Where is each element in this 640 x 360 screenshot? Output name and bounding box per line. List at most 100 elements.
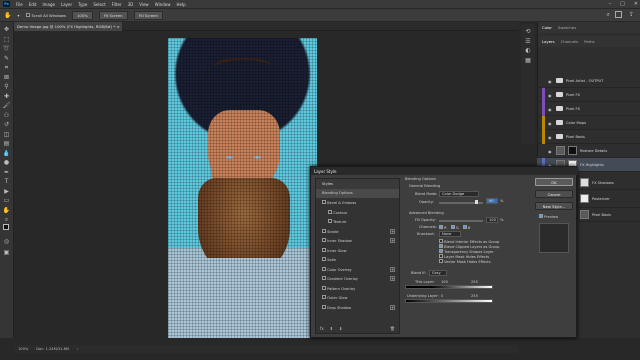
ok-button[interactable]: OK — [535, 178, 573, 186]
blend-if-select[interactable]: Gray — [429, 270, 447, 276]
document-tab[interactable]: Demo Image.jpg @ 100% (FX Highlights, RG… — [14, 22, 122, 31]
add-effect-icon[interactable]: + — [390, 266, 395, 272]
effect-item[interactable]: Inner Glow — [316, 246, 399, 256]
knockout-select[interactable]: None — [439, 231, 461, 237]
effect-checkbox[interactable] — [328, 209, 332, 214]
visibility-eye-icon[interactable]: ◉ — [548, 149, 553, 154]
new-style-button[interactable]: New Style... — [535, 202, 573, 210]
visibility-eye-icon[interactable]: ◉ — [548, 107, 553, 112]
status-doc-size[interactable]: Doc: 1.24M/31.8M — [36, 347, 69, 351]
dodge-tool-icon[interactable]: ● — [2, 159, 11, 167]
layer-mask-thumbnail[interactable] — [580, 178, 589, 187]
effect-item[interactable]: Satin — [316, 255, 399, 265]
crop-tool-icon[interactable]: ⌗ — [2, 64, 11, 72]
add-effect-icon[interactable]: + — [390, 276, 395, 282]
menu-help[interactable]: Help — [176, 2, 185, 7]
layer-row[interactable]: ◉ Pixel FX — [537, 101, 640, 116]
effect-item[interactable]: Gradient Overlay + — [316, 274, 399, 284]
move-tool-icon[interactable]: ✥ — [2, 26, 11, 34]
blend-mode-select[interactable]: Color Dodge — [439, 191, 479, 197]
layer-row[interactable]: Pixel Basis — [578, 208, 640, 222]
menu-window[interactable]: Window — [155, 2, 171, 7]
checkbox-icon[interactable] — [439, 254, 443, 258]
menu-type[interactable]: Type — [78, 2, 87, 7]
history-brush-icon[interactable]: ↺ — [2, 121, 11, 129]
marquee-tool-icon[interactable]: ⬚ — [2, 36, 11, 44]
add-effect-icon[interactable]: + — [390, 238, 395, 244]
fill-screen-button[interactable]: Fill Screen — [133, 10, 163, 20]
effect-checkbox[interactable] — [322, 304, 326, 309]
effect-checkbox[interactable] — [322, 266, 326, 271]
menu-edit[interactable]: Edit — [29, 2, 37, 7]
styles-header[interactable]: Styles — [316, 179, 399, 189]
layer-row[interactable]: FX Shadows — [578, 176, 640, 190]
foreground-color-swatch[interactable] — [3, 224, 9, 230]
checkbox-icon[interactable] — [439, 244, 443, 248]
menu-filter[interactable]: Filter — [112, 2, 122, 7]
effect-checkbox[interactable] — [322, 200, 326, 205]
blur-tool-icon[interactable]: 💧 — [2, 150, 11, 158]
zoom-tool-icon[interactable]: ⌕ — [2, 216, 11, 224]
effect-checkbox[interactable] — [322, 247, 326, 252]
opacity-slider-handle[interactable] — [475, 200, 478, 204]
checkbox-icon[interactable] — [450, 225, 455, 229]
underlying-gradient[interactable] — [405, 299, 493, 303]
channel-r[interactable]: R — [439, 225, 447, 230]
opacity-input[interactable]: 90 — [486, 198, 498, 204]
effect-item[interactable]: Pattern Overlay — [316, 284, 399, 294]
quick-mask-icon[interactable]: ◎ — [2, 238, 11, 246]
layer-row[interactable]: Posterizer — [578, 190, 640, 208]
menu-file[interactable]: File — [16, 2, 23, 7]
channel-b[interactable]: B — [462, 225, 470, 230]
layer-row[interactable]: ◉ Restore Details — [537, 143, 640, 158]
status-zoom[interactable]: 100% — [18, 347, 28, 351]
effect-checkbox[interactable] — [322, 276, 326, 281]
visibility-eye-icon[interactable]: ◉ — [548, 135, 553, 140]
effect-item[interactable]: Color Overlay + — [316, 265, 399, 275]
layer-row[interactable]: ◉ Pixel Artist - OUTPUT — [537, 73, 640, 88]
share-icon[interactable]: ⇪ — [629, 11, 634, 18]
checkbox-icon[interactable] — [462, 225, 467, 229]
effect-item[interactable]: Texture — [316, 217, 399, 227]
canvas-image[interactable] — [168, 38, 317, 338]
checkbox-icon[interactable] — [25, 13, 30, 17]
eraser-tool-icon[interactable]: ◫ — [2, 131, 11, 139]
rectangle-tool-icon[interactable]: ▭ — [2, 197, 11, 205]
type-tool-icon[interactable]: T — [2, 178, 11, 186]
checkbox-icon[interactable] — [539, 214, 543, 218]
tab-paths[interactable]: Paths — [584, 39, 594, 44]
blending-options-item[interactable]: Blending Options — [316, 188, 399, 198]
fill-opacity-input[interactable]: 100 — [486, 217, 498, 223]
fill-opacity-slider[interactable] — [439, 220, 483, 222]
preview-checkbox[interactable]: Preview — [539, 214, 558, 219]
tab-swatches[interactable]: Swatches — [558, 25, 576, 30]
chevron-down-icon[interactable]: ▾ — [17, 13, 19, 18]
menu-layer[interactable]: Layer — [61, 2, 72, 7]
layer-mask-thumbnail[interactable] — [568, 146, 577, 155]
menu-image[interactable]: Image — [42, 2, 55, 7]
layer-row[interactable]: ◉ Pixel Basis — [537, 129, 640, 144]
add-effect-icon[interactable]: + — [390, 304, 395, 310]
fit-screen-button[interactable]: Fit Screen — [98, 10, 128, 20]
effect-checkbox[interactable] — [322, 228, 326, 233]
effect-checkbox[interactable] — [328, 219, 332, 224]
effect-checkbox[interactable] — [322, 285, 326, 290]
close-tab-icon[interactable]: × — [117, 24, 120, 29]
tab-channels[interactable]: Channels — [561, 39, 579, 44]
layer-row[interactable]: ◉ Color Maps — [537, 115, 640, 130]
this-layer-gradient[interactable] — [405, 285, 493, 289]
effect-item[interactable]: Contour — [316, 208, 399, 218]
quick-select-tool-icon[interactable]: ✎ — [2, 55, 11, 63]
fx-icon[interactable]: fx — [320, 326, 324, 331]
effect-item[interactable]: Outer Glow — [316, 293, 399, 303]
zoom-100-button[interactable]: 100% — [71, 10, 93, 20]
cancel-button[interactable]: Cancel — [535, 190, 573, 198]
menu-select[interactable]: Select — [93, 2, 105, 7]
tab-layers[interactable]: Layers — [542, 39, 555, 44]
workspace-icon[interactable] — [615, 11, 622, 18]
pen-tool-icon[interactable]: ✒ — [2, 169, 11, 177]
visibility-eye-icon[interactable]: ◉ — [548, 79, 553, 84]
menu-3d[interactable]: 3D — [128, 2, 134, 7]
effect-item[interactable]: Stroke + — [316, 227, 399, 237]
move-up-icon[interactable]: ⬆ — [330, 326, 333, 331]
